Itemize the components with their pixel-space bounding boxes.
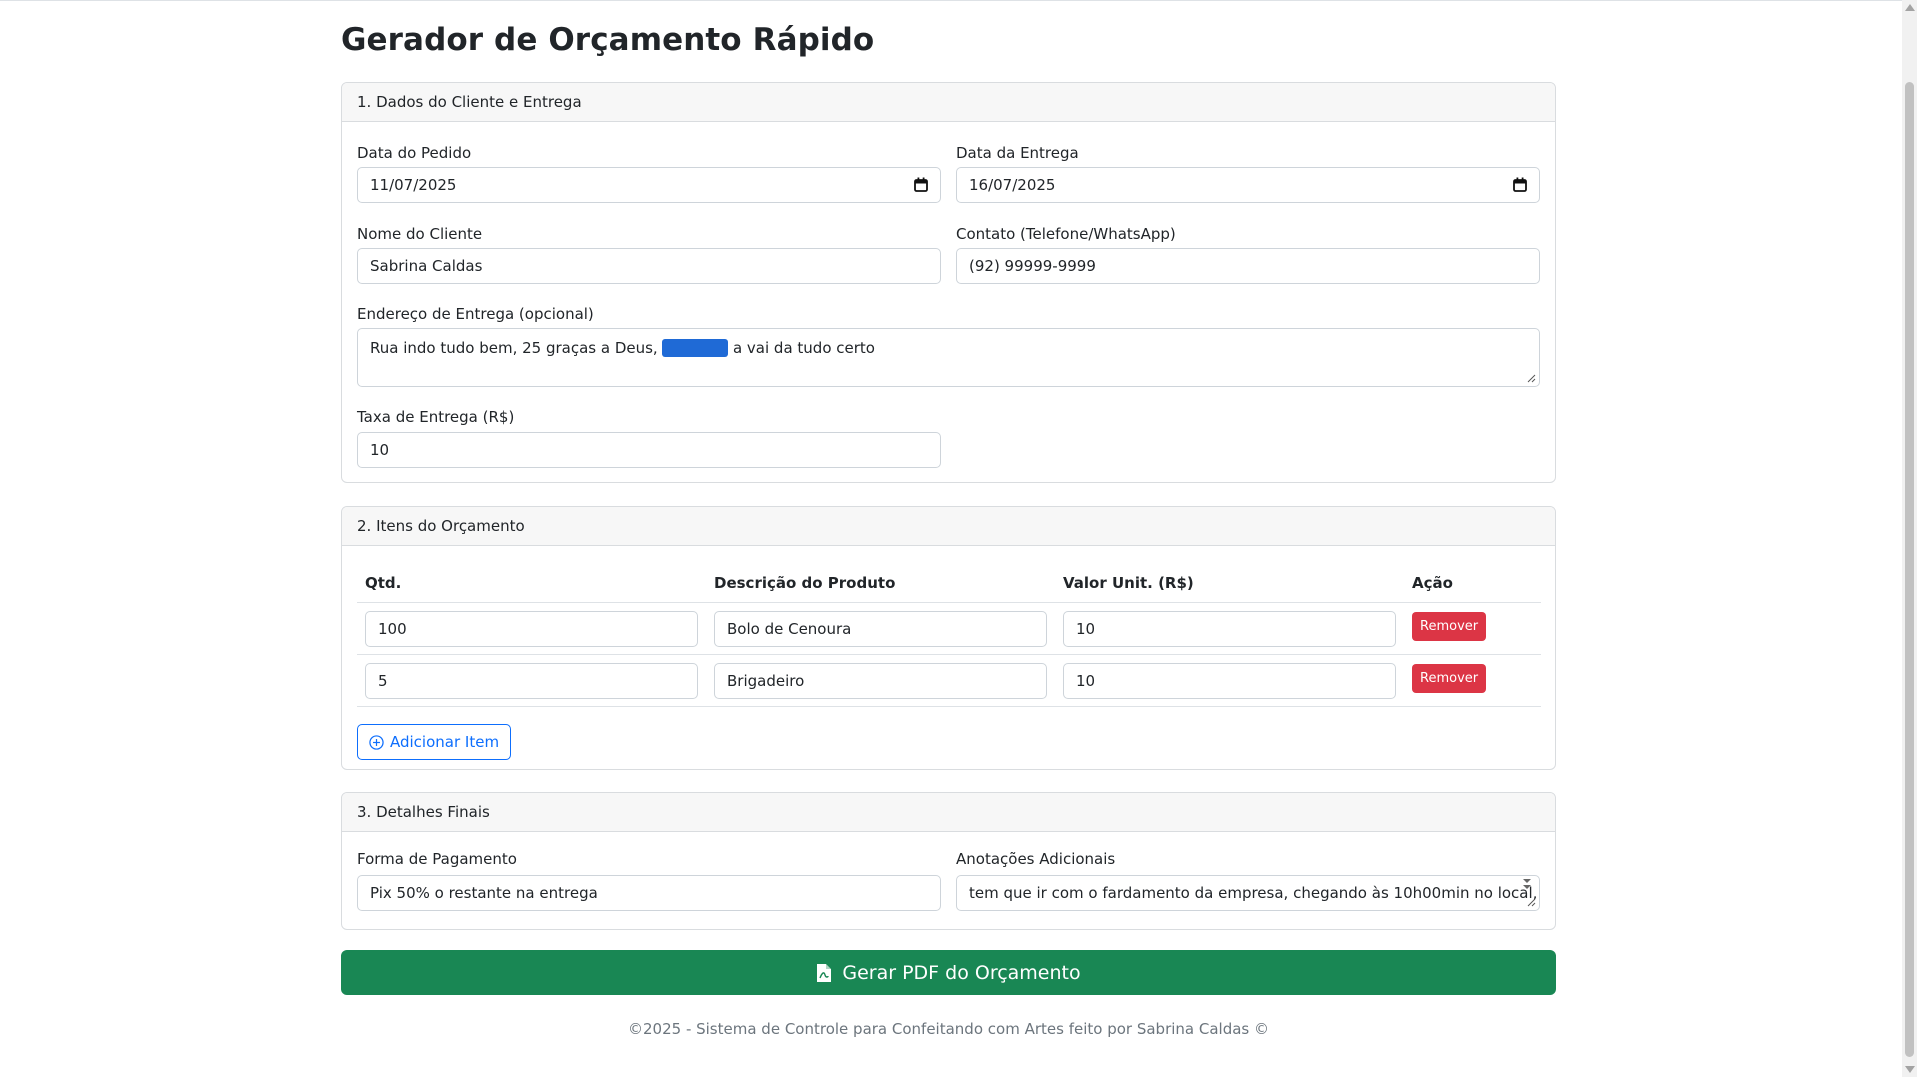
unit-price-input[interactable]: 10 [1063, 662, 1396, 699]
card-header-client: 1. Dados do Cliente e Entrega [342, 83, 1555, 122]
delivery-fee-input[interactable]: 10 [357, 432, 941, 468]
table-row: 5 Brigadeiro 10 Remover [357, 654, 1541, 707]
plus-circle-icon [369, 734, 384, 750]
card-items: 2. Itens do Orçamento Qtd. Descrição do … [341, 506, 1556, 770]
address-textarea[interactable]: Rua indo tudo bem, 25 graças a Deus, enf… [357, 328, 1540, 387]
qty-input[interactable]: 100 [365, 610, 698, 647]
items-table: Qtd. Descrição do Produto Valor Unit. (R… [357, 564, 1541, 707]
table-header-row: Qtd. Descrição do Produto Valor Unit. (R… [357, 564, 1541, 603]
generate-pdf-label: Gerar PDF do Orçamento [842, 961, 1081, 984]
delivery-date-input[interactable]: 16/07/2025 [956, 167, 1540, 203]
resize-grip-icon[interactable] [1527, 374, 1536, 383]
col-header-qty: Qtd. [357, 564, 706, 603]
page-title: Gerador de Orçamento Rápido [341, 22, 875, 58]
scroll-thumb[interactable] [1905, 82, 1914, 1057]
file-pdf-icon [817, 963, 832, 982]
remove-item-button[interactable]: Remover [1412, 612, 1487, 641]
label-delivery-date: Data da Entrega [956, 144, 1079, 162]
notes-textarea[interactable]: tem que ir com o fardamento da empresa, … [956, 875, 1540, 911]
remove-item-button[interactable]: Remover [1412, 664, 1487, 693]
top-border [0, 0, 1902, 1]
calendar-icon[interactable] [1513, 177, 1527, 192]
qty-input[interactable]: 5 [365, 662, 698, 699]
col-header-action: Ação [1404, 564, 1541, 603]
label-address: Endereço de Entrega (opcional) [357, 305, 594, 323]
col-header-description: Descrição do Produto [706, 564, 1055, 603]
scroll-up-arrow-icon[interactable] [1905, 4, 1915, 11]
col-header-unit-price: Valor Unit. (R$) [1055, 564, 1404, 603]
description-input[interactable]: Bolo de Cenoura [714, 610, 1047, 647]
client-name-input[interactable]: Sabrina Caldas [357, 248, 941, 284]
page-scrollbar[interactable] [1902, 0, 1917, 1077]
footer-text: ©2025 - Sistema de Controle para Confeit… [628, 1020, 1269, 1038]
calendar-icon[interactable] [914, 177, 928, 192]
label-client-name: Nome do Cliente [357, 225, 483, 243]
label-payment: Forma de Pagamento [357, 850, 517, 868]
order-date-input[interactable]: 11/07/2025 [357, 167, 941, 203]
scroll-down-arrow-icon[interactable] [1905, 1066, 1915, 1073]
unit-price-input[interactable]: 10 [1063, 610, 1396, 647]
add-item-label: Adicionar Item [390, 733, 500, 751]
description-input[interactable]: Brigadeiro [714, 662, 1047, 699]
label-delivery-fee: Taxa de Entrega (R$) [357, 408, 515, 426]
generate-pdf-button[interactable]: Gerar PDF do Orçamento [341, 950, 1556, 995]
table-row: 100 Bolo de Cenoura 10 Remover [357, 602, 1541, 655]
redacted-text: enfrente [662, 339, 729, 357]
textarea-scroll-icon[interactable] [1521, 878, 1533, 892]
label-contact: Contato (Telefone/WhatsApp) [956, 225, 1176, 243]
label-notes: Anotações Adicionais [956, 850, 1116, 868]
card-header-items: 2. Itens do Orçamento [342, 507, 1555, 546]
resize-grip-icon[interactable] [1527, 898, 1536, 907]
card-header-final: 3. Detalhes Finais [342, 793, 1555, 832]
card-final-details: 3. Detalhes Finais Forma de Pagamento Pi… [341, 792, 1556, 930]
label-order-date: Data do Pedido [357, 144, 472, 162]
add-item-button[interactable]: Adicionar Item [357, 724, 512, 760]
contact-input[interactable]: (92) 99999-9999 [956, 248, 1540, 284]
payment-input[interactable]: Pix 50% o restante na entrega [357, 875, 941, 911]
card-client-delivery: 1. Dados do Cliente e Entrega Data do Pe… [341, 82, 1556, 483]
